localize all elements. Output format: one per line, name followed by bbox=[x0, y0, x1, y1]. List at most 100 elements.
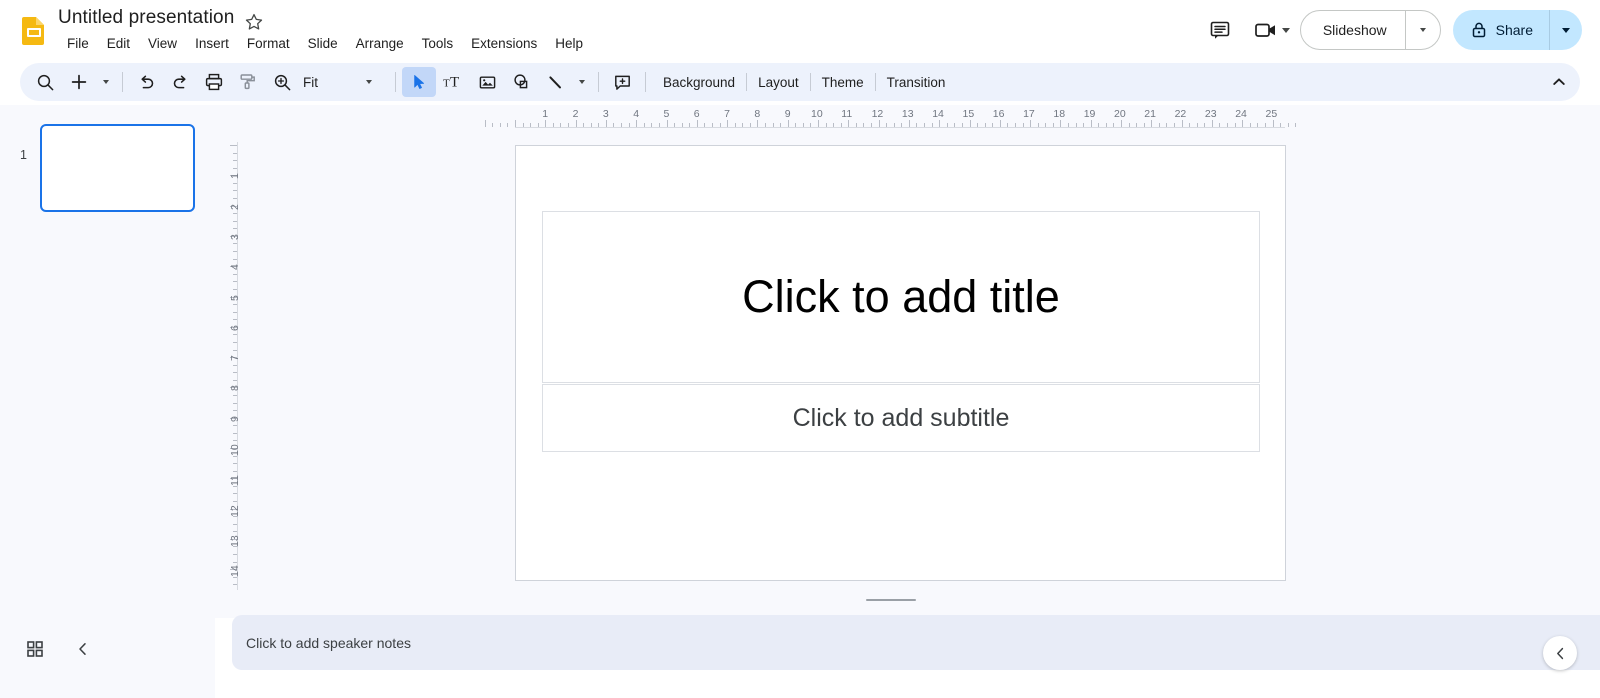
ruler-tick bbox=[568, 123, 569, 127]
chevron-left-icon[interactable] bbox=[70, 636, 96, 662]
layout-button[interactable]: Layout bbox=[747, 69, 810, 96]
horizontal-ruler[interactable]: 1234567891011121314151617181920212223242… bbox=[215, 108, 1600, 130]
zoom-level-select[interactable]: Fit bbox=[299, 67, 389, 97]
new-slide-button[interactable] bbox=[62, 67, 96, 97]
ruler-tick bbox=[598, 123, 599, 127]
line-options-button[interactable] bbox=[572, 67, 592, 97]
menu-slide[interactable]: Slide bbox=[299, 34, 347, 53]
slide-canvas[interactable]: Click to add title Click to add subtitle bbox=[515, 145, 1286, 581]
theme-button[interactable]: Theme bbox=[811, 69, 875, 96]
ruler-tick bbox=[636, 120, 637, 127]
transition-button[interactable]: Transition bbox=[876, 69, 957, 96]
ruler-tick bbox=[1174, 123, 1175, 127]
shape-icon[interactable] bbox=[504, 67, 538, 97]
image-icon[interactable] bbox=[470, 67, 504, 97]
document-title[interactable]: Untitled presentation bbox=[58, 7, 234, 29]
menu-arrange[interactable]: Arrange bbox=[347, 34, 413, 53]
meet-button[interactable] bbox=[1246, 10, 1290, 50]
ruler-tick bbox=[795, 123, 796, 127]
add-comment-icon[interactable] bbox=[605, 67, 639, 97]
chevron-up-icon[interactable] bbox=[1544, 67, 1574, 97]
title-placeholder[interactable]: Click to add title bbox=[542, 211, 1260, 383]
menu-tools[interactable]: Tools bbox=[413, 34, 463, 53]
search-icon[interactable] bbox=[28, 67, 62, 97]
ruler-label: 24 bbox=[1235, 108, 1247, 120]
ruler-tick bbox=[560, 123, 561, 127]
toolbar-container: Fit T T bbox=[0, 60, 1600, 105]
speaker-notes-pane[interactable]: Click to add speaker notes bbox=[232, 615, 1600, 670]
ruler-tick bbox=[1219, 123, 1220, 127]
redo-icon[interactable] bbox=[163, 67, 197, 97]
notes-collapse-button[interactable] bbox=[1543, 636, 1577, 670]
menu-view[interactable]: View bbox=[139, 34, 186, 53]
ruler-tick bbox=[553, 123, 554, 127]
ruler-label: 15 bbox=[963, 108, 975, 120]
ruler-tick bbox=[233, 380, 237, 381]
menu-file[interactable]: File bbox=[58, 34, 98, 53]
ruler-tick bbox=[233, 228, 237, 229]
slides-logo-icon[interactable] bbox=[20, 16, 48, 46]
ruler-tick bbox=[233, 259, 237, 260]
share-button[interactable]: Share bbox=[1453, 10, 1549, 50]
select-tool-button[interactable] bbox=[402, 67, 436, 97]
ruler-tick bbox=[583, 123, 584, 127]
video-camera-icon[interactable] bbox=[1246, 10, 1286, 50]
menu-bar: File Edit View Insert Format Slide Arran… bbox=[58, 34, 592, 53]
new-slide-options-button[interactable] bbox=[96, 67, 116, 97]
ruler-label: 11 bbox=[229, 475, 239, 486]
slide-thumbnail[interactable] bbox=[40, 124, 195, 212]
menu-edit[interactable]: Edit bbox=[98, 34, 139, 53]
menu-help[interactable]: Help bbox=[546, 34, 592, 53]
text-box-icon[interactable]: T T bbox=[436, 67, 470, 97]
ruler-tick bbox=[894, 123, 895, 127]
background-button[interactable]: Background bbox=[652, 69, 746, 96]
grid-view-icon[interactable] bbox=[22, 636, 48, 662]
ruler-tick bbox=[1076, 123, 1077, 127]
ruler-tick bbox=[954, 123, 955, 127]
ruler-tick bbox=[233, 501, 237, 502]
ruler-tick bbox=[704, 123, 705, 127]
ruler-tick bbox=[530, 123, 531, 127]
slideshow-options-button[interactable] bbox=[1406, 11, 1440, 49]
ruler-tick bbox=[977, 123, 978, 127]
ruler-tick bbox=[233, 554, 237, 555]
ruler-tick bbox=[682, 123, 683, 127]
menu-format[interactable]: Format bbox=[238, 34, 299, 53]
ruler-tick bbox=[879, 120, 880, 127]
comment-history-icon[interactable] bbox=[1200, 10, 1240, 50]
ruler-tick bbox=[1166, 123, 1167, 127]
ruler-tick bbox=[233, 190, 237, 191]
undo-icon[interactable] bbox=[129, 67, 163, 97]
line-icon[interactable] bbox=[538, 67, 572, 97]
ruler-tick bbox=[230, 145, 237, 146]
paint-roller-icon[interactable] bbox=[231, 67, 265, 97]
ruler-tick bbox=[697, 120, 698, 127]
ruler-tick bbox=[1189, 123, 1190, 127]
ruler-tick bbox=[1091, 120, 1092, 127]
ruler-tick bbox=[826, 123, 827, 127]
ruler-tick bbox=[833, 123, 834, 127]
ruler-tick bbox=[644, 123, 645, 127]
star-icon[interactable] bbox=[244, 12, 264, 32]
menu-extensions[interactable]: Extensions bbox=[462, 34, 546, 53]
share-options-button[interactable] bbox=[1550, 10, 1582, 50]
ruler-tick bbox=[545, 120, 546, 127]
ruler-tick bbox=[962, 123, 963, 127]
notes-resize-handle[interactable] bbox=[866, 598, 916, 602]
divider bbox=[395, 72, 396, 92]
ruler-tick bbox=[233, 524, 237, 525]
ruler-tick bbox=[1045, 123, 1046, 127]
zoom-in-icon[interactable] bbox=[265, 67, 299, 97]
ruler-tick bbox=[1204, 123, 1205, 127]
ruler-tick bbox=[233, 440, 237, 441]
menu-insert[interactable]: Insert bbox=[186, 34, 238, 53]
vertical-ruler[interactable]: 1234567891011121314 bbox=[217, 130, 239, 590]
subtitle-placeholder[interactable]: Click to add subtitle bbox=[542, 384, 1260, 452]
slideshow-button[interactable]: Slideshow bbox=[1301, 11, 1405, 49]
ruler-label: 7 bbox=[724, 108, 730, 120]
ruler-tick bbox=[233, 562, 237, 563]
ruler-label: 10 bbox=[229, 444, 239, 456]
printer-icon[interactable] bbox=[197, 67, 231, 97]
chevron-down-icon[interactable] bbox=[1282, 28, 1290, 33]
divider bbox=[645, 72, 646, 92]
